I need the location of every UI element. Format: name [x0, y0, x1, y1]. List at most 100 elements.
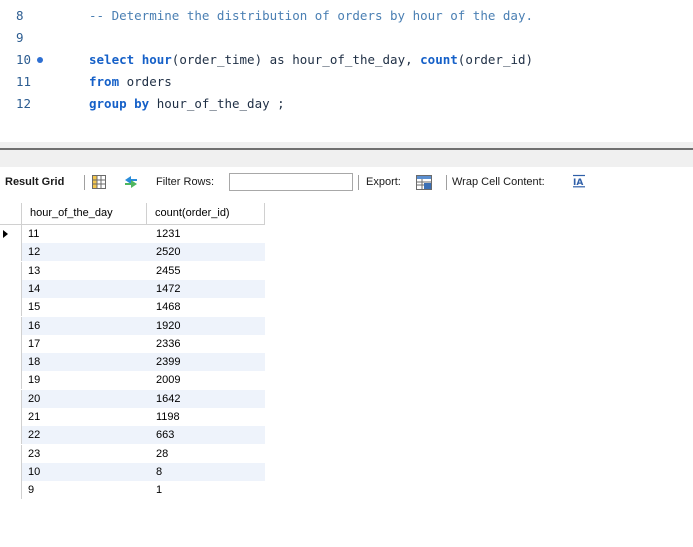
- row-header[interactable]: [0, 408, 22, 426]
- table-row[interactable]: 21 1198: [0, 408, 265, 426]
- editor-line[interactable]: 9: [0, 27, 693, 49]
- sql-code[interactable]: -- Determine the distribution of orders …: [89, 5, 533, 27]
- toolbar-separator: [446, 175, 447, 190]
- row-header[interactable]: [0, 390, 22, 408]
- cell-count-order-id[interactable]: 1: [147, 481, 265, 499]
- table-row[interactable]: 91: [0, 481, 265, 499]
- table-row[interactable]: 20 1642: [0, 390, 265, 408]
- splitter-divider: [0, 148, 693, 150]
- sql-code[interactable]: group by hour_of_the_day ;: [89, 93, 285, 115]
- table-row[interactable]: 17 2336: [0, 335, 265, 353]
- execution-dot-icon: [37, 56, 44, 63]
- table-row[interactable]: 23 28: [0, 445, 265, 463]
- row-header-corner[interactable]: [0, 203, 22, 225]
- cell-count-order-id[interactable]: 2399: [147, 353, 265, 371]
- editor-line[interactable]: 12 group by hour_of_the_day ;: [0, 93, 693, 115]
- cell-count-order-id[interactable]: 1642: [147, 390, 265, 408]
- cell-count-order-id[interactable]: 1920: [147, 317, 265, 335]
- table-row[interactable]: 16 1920: [0, 317, 265, 335]
- row-header[interactable]: [0, 481, 22, 499]
- cell-hour-of-the-day[interactable]: 11: [22, 225, 147, 243]
- row-header[interactable]: [0, 262, 22, 280]
- table-row[interactable]: 18 2399: [0, 353, 265, 371]
- cell-hour-of-the-day[interactable]: 17: [22, 335, 147, 353]
- cell-hour-of-the-day[interactable]: 15: [22, 298, 147, 316]
- sql-token: hour_of_the_day ;: [149, 96, 285, 111]
- row-header[interactable]: [0, 445, 22, 463]
- result-grid-tab[interactable]: Result Grid: [5, 171, 64, 193]
- cell-count-order-id[interactable]: 2455: [147, 262, 265, 280]
- row-header[interactable]: [0, 426, 22, 444]
- cell-count-order-id[interactable]: 2520: [147, 243, 265, 261]
- row-header[interactable]: [0, 225, 22, 243]
- column-header-count-order-id[interactable]: count(order_id): [147, 203, 265, 225]
- column-header-hour-of-the-day[interactable]: hour_of_the_day: [22, 203, 147, 225]
- toolbar-separator: [358, 175, 359, 190]
- cell-count-order-id[interactable]: 1468: [147, 298, 265, 316]
- line-number-text: 10: [16, 52, 32, 67]
- cell-hour-of-the-day[interactable]: 22: [22, 426, 147, 444]
- cell-hour-of-the-day[interactable]: 16: [22, 317, 147, 335]
- table-row[interactable]: 19 2009: [0, 371, 265, 389]
- row-header[interactable]: [0, 298, 22, 316]
- row-header[interactable]: [0, 317, 22, 335]
- cell-hour-of-the-day[interactable]: 10: [22, 463, 147, 481]
- export-label: Export:: [366, 176, 401, 188]
- cell-hour-of-the-day[interactable]: 23: [22, 445, 147, 463]
- cell-count-order-id[interactable]: 1198: [147, 408, 265, 426]
- cell-hour-of-the-day[interactable]: 18: [22, 353, 147, 371]
- line-number: 12: [16, 93, 56, 115]
- result-grid[interactable]: hour_of_the_day count(order_id) 11 1231 12…: [0, 203, 693, 547]
- table-row[interactable]: 14 1472: [0, 280, 265, 298]
- result-grid-icon[interactable]: [92, 175, 106, 192]
- sql-token: group by: [89, 96, 150, 111]
- editor-line[interactable]: 10 select hour(order_time) as hour_of_the…: [0, 49, 693, 71]
- sql-editor[interactable]: 8 -- Determine the distribution of orders…: [0, 0, 693, 142]
- grid-header: hour_of_the_day count(order_id): [0, 203, 265, 225]
- line-number: 10: [16, 49, 56, 71]
- cell-hour-of-the-day[interactable]: 21: [22, 408, 147, 426]
- editor-line[interactable]: 8 -- Determine the distribution of orders…: [0, 5, 693, 27]
- filter-arrows-icon[interactable]: [123, 175, 139, 192]
- cell-hour-of-the-day[interactable]: 12: [22, 243, 147, 261]
- filter-rows-input[interactable]: [229, 173, 353, 191]
- line-number: 11: [16, 71, 56, 93]
- table-row[interactable]: 11 1231: [0, 225, 265, 243]
- wrap-cell-icon[interactable]: IA: [572, 174, 586, 191]
- editor-line[interactable]: 11 from orders: [0, 71, 693, 93]
- cell-count-order-id[interactable]: 2336: [147, 335, 265, 353]
- row-header[interactable]: [0, 371, 22, 389]
- export-icon[interactable]: [416, 175, 432, 193]
- line-number-text: 8: [16, 8, 24, 23]
- panel-splitter[interactable]: [0, 142, 693, 167]
- sql-token: orders: [119, 74, 172, 89]
- cell-hour-of-the-day[interactable]: 20: [22, 390, 147, 408]
- row-header[interactable]: [0, 280, 22, 298]
- row-header[interactable]: [0, 335, 22, 353]
- cell-count-order-id[interactable]: 2009: [147, 371, 265, 389]
- cell-count-order-id[interactable]: 28: [147, 445, 265, 463]
- row-header[interactable]: [0, 243, 22, 261]
- sql-code[interactable]: select hour(order_time) as hour_of_the_d…: [89, 49, 533, 71]
- wrap-cell-content-label: Wrap Cell Content:: [452, 176, 545, 188]
- filter-rows-label: Filter Rows:: [156, 176, 215, 188]
- table-row[interactable]: 12 2520: [0, 243, 265, 261]
- table-row[interactable]: 22 663: [0, 426, 265, 444]
- cell-count-order-id[interactable]: 1231: [147, 225, 265, 243]
- cell-count-order-id[interactable]: 1472: [147, 280, 265, 298]
- cell-count-order-id[interactable]: 8: [147, 463, 265, 481]
- result-toolbar: Result Grid Filter Rows: Export: Wrap Ce…: [0, 171, 693, 193]
- cell-count-order-id[interactable]: 663: [147, 426, 265, 444]
- table-row[interactable]: 15 1468: [0, 298, 265, 316]
- row-header[interactable]: [0, 353, 22, 371]
- cell-hour-of-the-day[interactable]: 13: [22, 262, 147, 280]
- sql-code[interactable]: from orders: [89, 71, 172, 93]
- cell-hour-of-the-day[interactable]: 14: [22, 280, 147, 298]
- sql-token: hour: [141, 52, 172, 67]
- cell-hour-of-the-day[interactable]: 9: [22, 481, 147, 499]
- table-row[interactable]: 10 8: [0, 463, 265, 481]
- cell-hour-of-the-day[interactable]: 19: [22, 371, 147, 389]
- row-header[interactable]: [0, 463, 22, 481]
- table-row[interactable]: 13 2455: [0, 262, 265, 280]
